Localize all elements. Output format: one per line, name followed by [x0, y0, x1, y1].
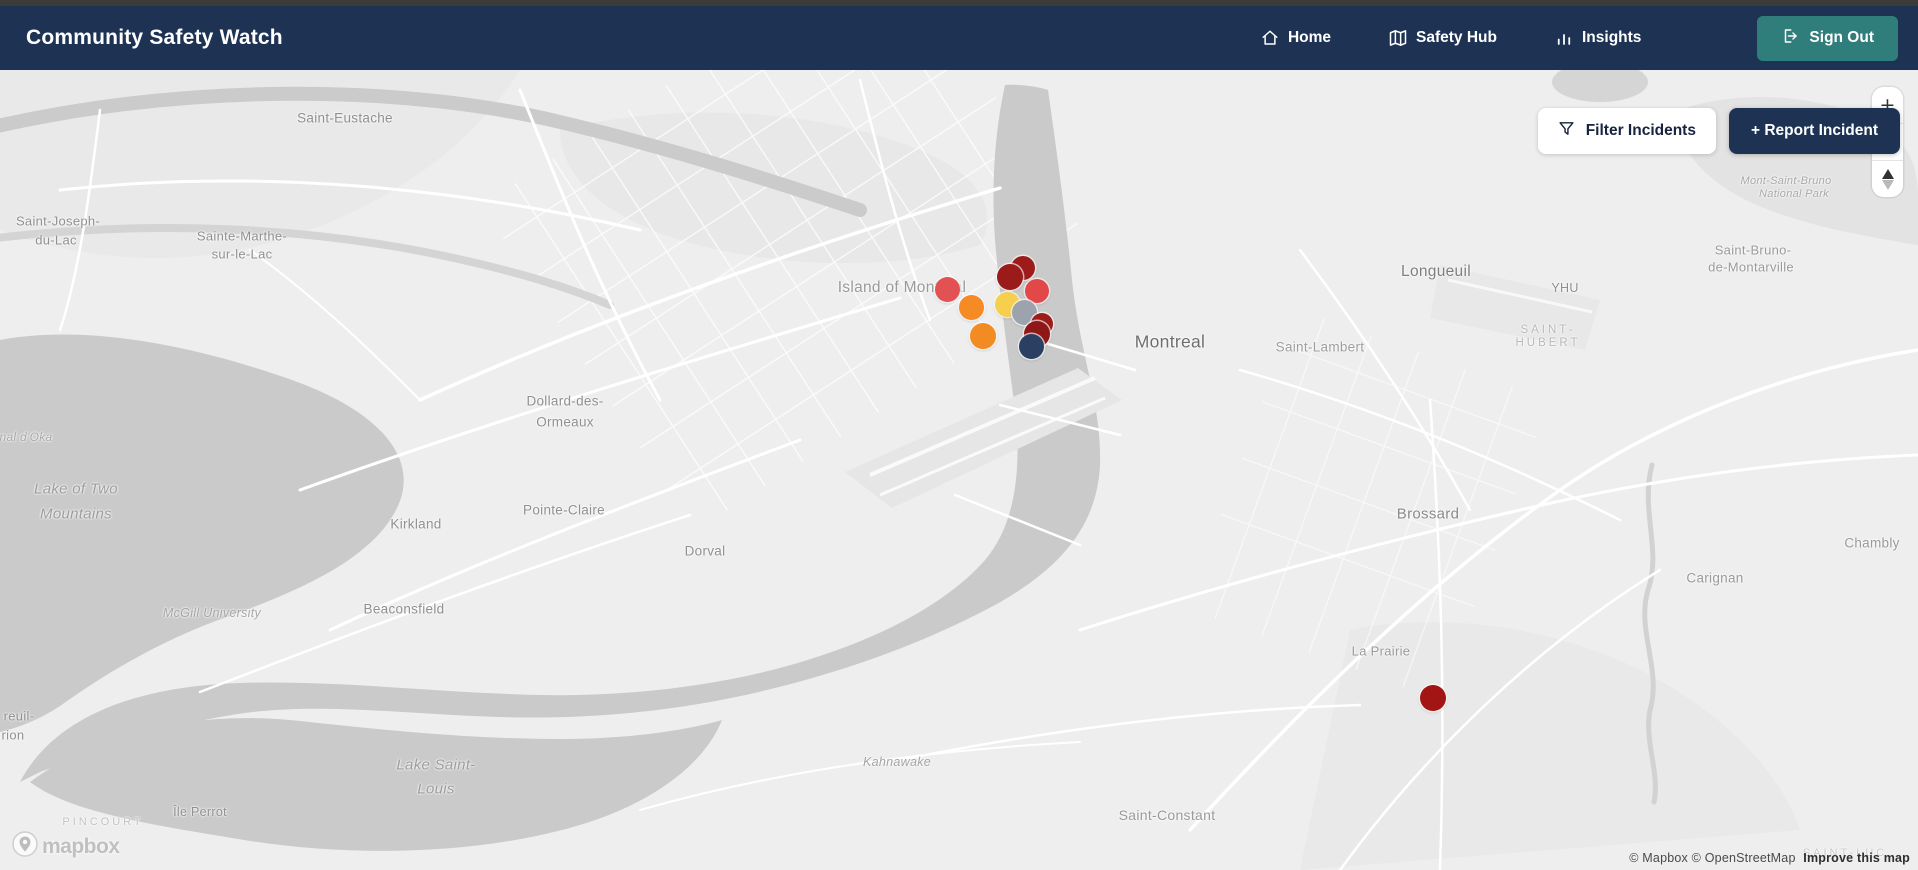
- sign-out-label: Sign Out: [1809, 29, 1874, 46]
- filter-incidents-button[interactable]: Filter Incidents: [1537, 108, 1716, 154]
- nav-item-label: Safety Hub: [1416, 29, 1497, 46]
- improve-map-link[interactable]: Improve this map: [1803, 851, 1910, 865]
- sign-out-button[interactable]: Sign Out: [1757, 15, 1898, 61]
- home-icon: [1261, 29, 1279, 47]
- mapbox-logo[interactable]: mapbox: [12, 831, 120, 862]
- incident-marker[interactable]: [1018, 333, 1044, 359]
- map-action-buttons: Filter Incidents + Report Incident: [1537, 108, 1900, 154]
- report-incident-button[interactable]: + Report Incident: [1728, 108, 1900, 154]
- nav-item-label: Home: [1287, 29, 1332, 46]
- osm-attribution-link[interactable]: © OpenStreetMap: [1692, 851, 1796, 865]
- map-canvas[interactable]: Saint-Eustache Saint-Joseph-du-Lac Sainte-…: [0, 70, 1918, 870]
- nav-item-label: Insights: [1582, 29, 1642, 46]
- compass-button[interactable]: [1872, 160, 1903, 197]
- filter-incidents-label: Filter Incidents: [1585, 122, 1696, 139]
- incident-marker[interactable]: [1025, 279, 1049, 303]
- map-attribution: © Mapbox © OpenStreetMap Improve this ma…: [1629, 851, 1910, 865]
- basemap-tiles: [0, 70, 1918, 870]
- map-icon: [1389, 29, 1407, 47]
- main-nav: Home Safety Hub Insights Sign Out: [1261, 15, 1898, 61]
- incident-marker[interactable]: [970, 323, 996, 349]
- logout-icon: [1781, 27, 1799, 50]
- incident-marker[interactable]: [934, 276, 960, 302]
- nav-item-safety-hub[interactable]: Safety Hub: [1389, 29, 1497, 47]
- mapbox-pin-icon: [12, 831, 38, 862]
- nav-item-home[interactable]: Home: [1261, 29, 1331, 47]
- incident-marker[interactable]: [997, 264, 1023, 290]
- funnel-icon: [1558, 120, 1575, 142]
- mapbox-attribution-link[interactable]: © Mapbox: [1629, 851, 1688, 865]
- incident-marker[interactable]: [1420, 685, 1446, 711]
- compass-icon: [1881, 168, 1894, 190]
- app-header: Community Safety Watch Home Safety Hub I…: [0, 6, 1918, 70]
- app-title: Community Safety Watch: [26, 26, 283, 49]
- incident-marker[interactable]: [958, 294, 984, 320]
- mapbox-wordmark: mapbox: [42, 834, 120, 858]
- bar-chart-icon: [1555, 29, 1573, 47]
- nav-item-insights[interactable]: Insights: [1555, 29, 1641, 47]
